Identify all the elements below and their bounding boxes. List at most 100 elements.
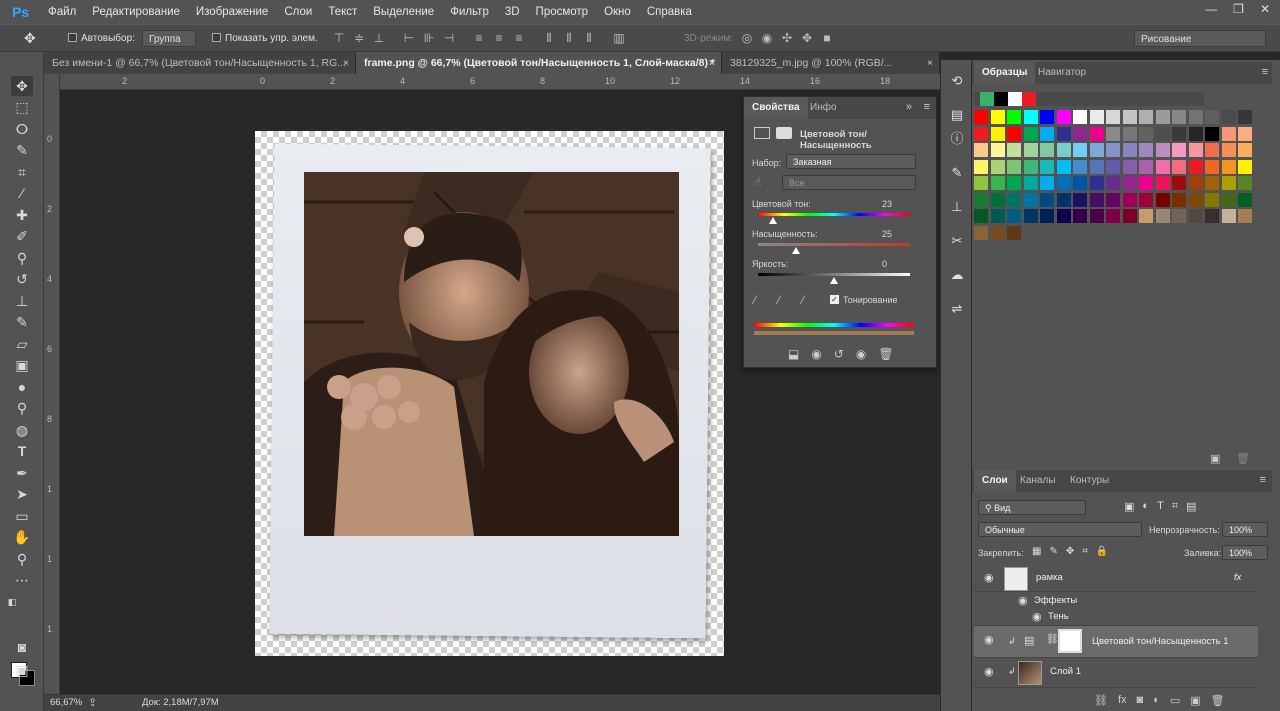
more-tools-icon[interactable]: ⋯ [11, 570, 33, 590]
layer-row-hue-saturation[interactable]: ◉ ↲ ▤ ⛓ Цветовой тон/Насыщенность 1 [974, 626, 1258, 658]
swatch[interactable] [990, 126, 1005, 141]
screen-mode-icon[interactable]: ▣ [11, 660, 33, 680]
swatch[interactable] [1056, 126, 1071, 141]
saturation-slider-track[interactable] [758, 243, 910, 246]
fx-icon[interactable]: fx [1118, 694, 1127, 707]
brush-tool-icon[interactable]: ✐ [11, 226, 33, 246]
swatch[interactable] [1089, 110, 1104, 124]
swatch[interactable] [1155, 110, 1170, 124]
swatch[interactable] [1040, 110, 1054, 124]
swatch[interactable] [1023, 126, 1038, 141]
eyedropper-icon[interactable]: ⁄ [754, 293, 756, 307]
target-adjust-hand-icon[interactable]: ☝ [754, 175, 761, 189]
lock-artboard-icon[interactable]: ⌗ [1082, 546, 1088, 557]
clip-to-layer-icon[interactable]: ⬓ [788, 347, 799, 361]
swatch[interactable] [1155, 192, 1170, 207]
swatch[interactable] [1023, 209, 1038, 223]
menu-filter[interactable]: Фильтр [442, 0, 497, 24]
swatch[interactable] [1007, 110, 1021, 124]
swatch[interactable] [1139, 143, 1153, 157]
eye-icon[interactable]: ◉ [984, 571, 998, 585]
layer-name[interactable]: рамка [1036, 572, 1063, 583]
swatch[interactable] [990, 159, 1005, 174]
link-layers-icon[interactable]: ⛓ [1094, 694, 1108, 707]
align-bottom-icon[interactable]: ⊥ [372, 31, 386, 45]
swatch[interactable] [1023, 176, 1038, 190]
close-icon[interactable]: × [927, 52, 933, 74]
swatch[interactable] [1188, 209, 1203, 223]
swatch[interactable] [1106, 126, 1120, 141]
brush-icon[interactable]: ✎ [946, 162, 968, 184]
hand-tool-icon[interactable]: ✋ [11, 527, 33, 547]
swatch[interactable] [1023, 192, 1038, 207]
swatch[interactable] [1205, 176, 1219, 190]
menu-layer[interactable]: Слои [276, 0, 320, 24]
align-left-icon[interactable]: ⊢ [402, 31, 416, 45]
lightness-slider-knob[interactable] [830, 277, 838, 284]
visibility-icon[interactable]: ◉ [856, 347, 866, 361]
swatch[interactable] [1022, 92, 1036, 106]
swatch[interactable] [1238, 110, 1252, 124]
move-tool-icon[interactable]: ✥ [24, 30, 36, 47]
swatch[interactable] [1007, 225, 1021, 240]
swatch[interactable] [1122, 143, 1137, 157]
eye-icon[interactable]: ◉ [984, 665, 998, 679]
swatch[interactable] [1073, 209, 1087, 223]
swatch[interactable] [1007, 176, 1021, 190]
swatch[interactable] [1089, 209, 1104, 223]
swatch[interactable] [980, 92, 994, 106]
tab-swatches[interactable]: Образцы [974, 62, 1036, 84]
swatch[interactable] [1172, 209, 1186, 223]
blend-mode-dropdown[interactable]: Обычные [978, 522, 1142, 537]
swatch[interactable] [1106, 110, 1120, 124]
swatch[interactable] [1205, 159, 1219, 174]
swatch[interactable] [1205, 126, 1219, 141]
path-select-tool-icon[interactable]: ➤ [11, 484, 33, 504]
reset-icon[interactable]: ↺ [834, 347, 844, 361]
swatch[interactable] [1188, 143, 1203, 157]
swatch[interactable] [1172, 192, 1186, 207]
type-tool-icon[interactable]: T [11, 441, 33, 461]
saturation-value[interactable]: 25 [882, 229, 892, 239]
marquee-tool-icon[interactable]: ⬚ [11, 97, 33, 117]
swatch[interactable] [1007, 159, 1021, 174]
tab-layers[interactable]: Слои [974, 470, 1016, 492]
swatch[interactable] [1122, 192, 1137, 207]
sponge-tool-icon[interactable]: ◍ [11, 420, 33, 440]
tab-navigator[interactable]: Навигатор [1030, 62, 1094, 84]
swatch[interactable] [1040, 143, 1054, 157]
swatch[interactable] [1040, 209, 1054, 223]
swatch[interactable] [974, 192, 988, 207]
adjustment-layer-icon[interactable] [754, 127, 770, 139]
align-top-icon[interactable]: ⊤ [332, 31, 346, 45]
swatch[interactable] [1188, 176, 1203, 190]
align-vcenter-icon[interactable]: ≑ [352, 31, 366, 45]
swatch[interactable] [1007, 192, 1021, 207]
info-icon[interactable]: ⓘ [946, 128, 968, 150]
view-previous-icon[interactable]: ◉ [811, 347, 821, 361]
tab-document-3[interactable]: 38129325_m.jpg @ 100% (RGB/... × [722, 52, 940, 74]
swatch[interactable] [1106, 176, 1120, 190]
swatch[interactable] [1106, 143, 1120, 157]
panel-menu-icon[interactable]: ≡ [924, 101, 930, 113]
dodge-tool-icon[interactable]: ⚲ [11, 398, 33, 418]
swatch[interactable] [1056, 143, 1071, 157]
link-icon[interactable]: ⛓ [1046, 634, 1059, 645]
swatch[interactable] [974, 110, 988, 124]
3d-scale-icon[interactable]: ■ [820, 31, 834, 45]
swatch[interactable] [1172, 110, 1186, 124]
swatch[interactable] [1238, 176, 1252, 190]
swatch[interactable] [1023, 110, 1038, 124]
adjustment-icon[interactable]: ◐ [1153, 694, 1160, 707]
distribute-vcenter-icon[interactable]: ≡ [492, 31, 506, 45]
lasso-tool-icon[interactable]: ⵔ [11, 119, 33, 139]
lock-transparent-icon[interactable]: ▦ [1032, 546, 1041, 557]
swatch[interactable] [1073, 176, 1087, 190]
swatch[interactable] [974, 143, 988, 157]
swatch[interactable] [1106, 159, 1120, 174]
delete-swatch-icon[interactable]: 🗑 [1236, 452, 1250, 465]
swatch[interactable] [1122, 209, 1137, 223]
swatch[interactable] [1188, 192, 1203, 207]
eyedropper-tool-icon[interactable]: ⁄ [11, 183, 33, 203]
swatch[interactable] [1188, 110, 1203, 124]
